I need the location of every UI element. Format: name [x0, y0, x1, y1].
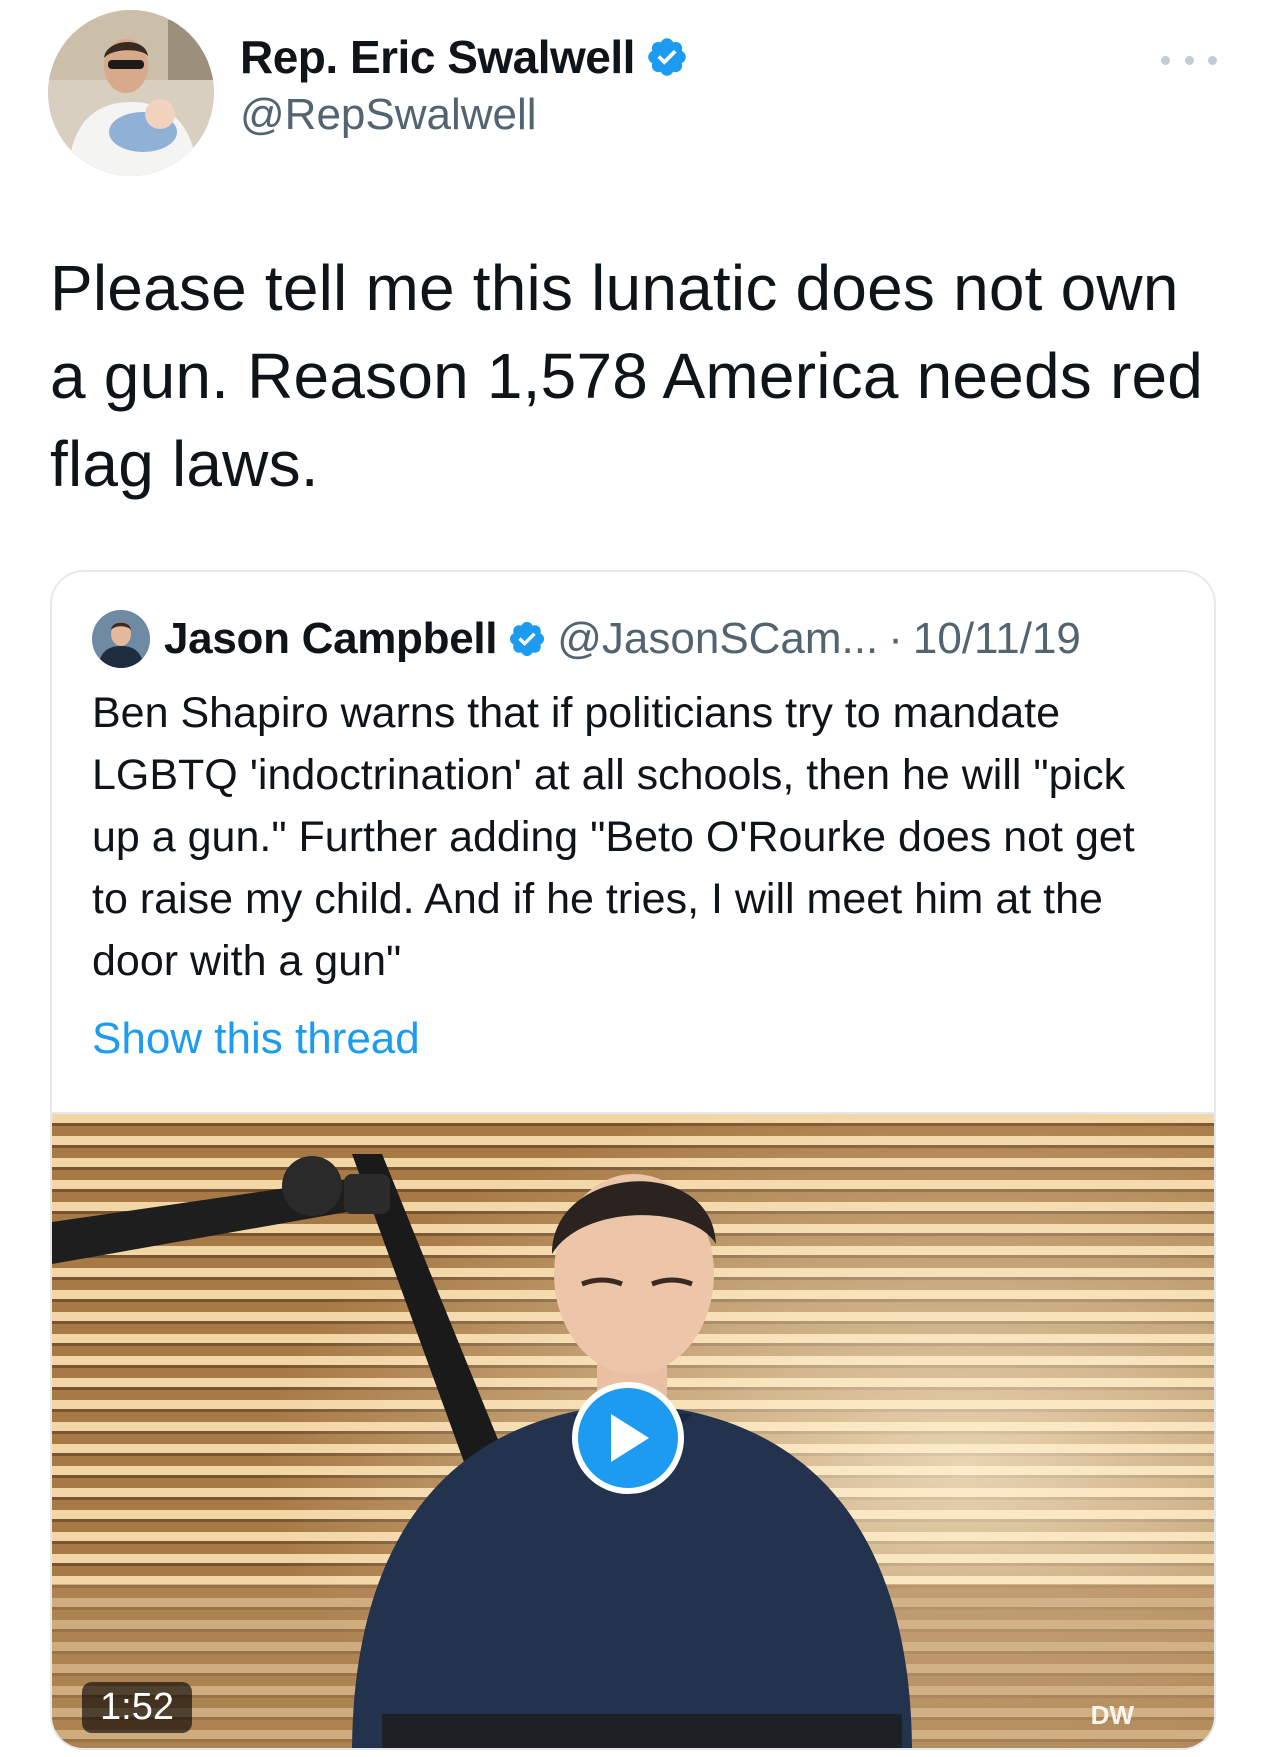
separator-dot: · — [888, 614, 903, 663]
quoted-tweet-header: Jason Campbell @JasonSCam... · 10/11/19 — [92, 610, 1081, 668]
verified-badge-icon — [645, 35, 689, 79]
more-options-icon[interactable] — [1161, 48, 1217, 72]
author-handle[interactable]: @RepSwalwell — [240, 90, 689, 140]
video-watermark: DW — [1090, 1700, 1134, 1730]
dot — [1161, 55, 1170, 65]
video-duration: 1:52 — [82, 1682, 192, 1733]
play-button[interactable] — [572, 1382, 684, 1494]
show-thread-link[interactable]: Show this thread — [92, 1014, 420, 1064]
author-avatar[interactable] — [48, 10, 214, 176]
dot — [1184, 55, 1194, 65]
tweet: Rep. Eric Swalwell @RepSwalwell Please t… — [0, 0, 1273, 1757]
tweet-text: Please tell me this lunatic does not own… — [50, 252, 1204, 500]
quoted-tweet-card[interactable]: Jason Campbell @JasonSCam... · 10/11/19 … — [50, 570, 1216, 1750]
quoted-tweet-text: Ben Shapiro warns that if politicians tr… — [92, 689, 1135, 985]
quoted-author-name: Jason Campbell — [164, 614, 498, 663]
video-player[interactable]: 1:52 DW — [52, 1112, 1214, 1748]
author-block: Rep. Eric Swalwell @RepSwalwell — [240, 30, 689, 140]
quoted-author-avatar — [92, 610, 150, 668]
quoted-tweet-date: 10/11/19 — [912, 614, 1081, 663]
quoted-author-handle: @JasonSCam... — [557, 614, 879, 663]
verified-badge-icon — [507, 619, 547, 659]
author-name-row: Rep. Eric Swalwell — [240, 30, 689, 84]
dot — [1208, 55, 1217, 65]
play-icon — [611, 1414, 649, 1462]
author-name[interactable]: Rep. Eric Swalwell — [240, 30, 635, 84]
